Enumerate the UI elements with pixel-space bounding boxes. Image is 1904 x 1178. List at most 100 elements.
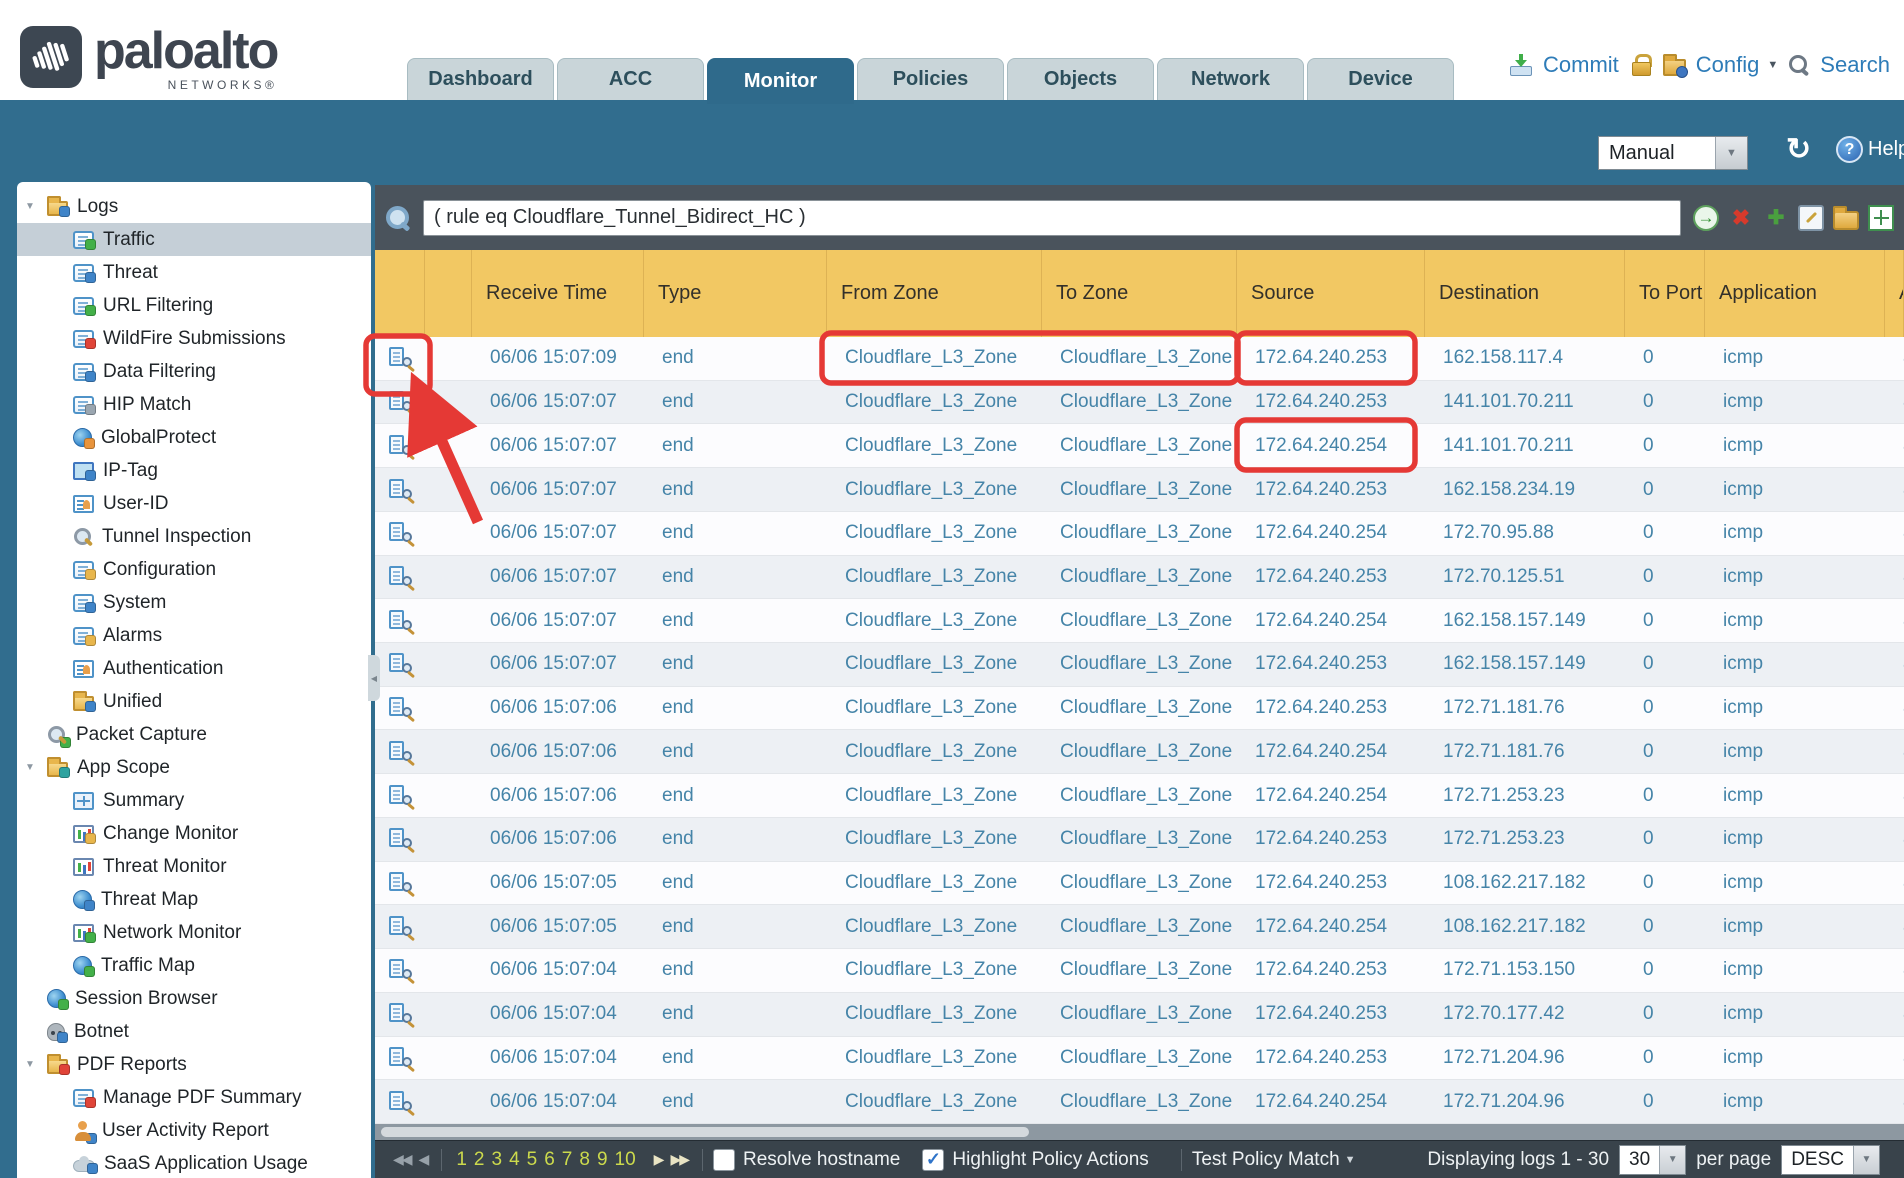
column-header-source[interactable]: Source (1237, 250, 1425, 337)
sidebar-item-data-filtering[interactable]: Data Filtering (17, 355, 371, 388)
sidebar-item-session-browser[interactable]: Session Browser (17, 982, 371, 1015)
config-caret-icon[interactable]: ▼ (1767, 59, 1778, 71)
sidebar-item-change-monitor[interactable]: Change Monitor (17, 817, 371, 850)
sidebar-item-system[interactable]: System (17, 586, 371, 619)
sidebar-item-traffic-map[interactable]: Traffic Map (17, 949, 371, 982)
resolve-hostname-checkbox[interactable]: ✓ (713, 1149, 735, 1171)
config-button[interactable]: Config (1696, 52, 1760, 78)
horizontal-scrollbar-thumb[interactable] (381, 1127, 1029, 1137)
sidebar-item-logs[interactable]: ▼Logs (17, 190, 371, 223)
page-number-5[interactable]: 5 (527, 1149, 538, 1171)
refresh-icon[interactable]: ↻ (1786, 132, 1811, 167)
page-number-10[interactable]: 10 (615, 1149, 636, 1171)
horizontal-scrollbar[interactable] (375, 1124, 1904, 1140)
log-detail-icon[interactable] (387, 1090, 413, 1114)
log-detail-icon[interactable] (387, 434, 413, 458)
sidebar-item-saas-application-usage[interactable]: SaaS Application Usage (17, 1147, 371, 1178)
tab-acc[interactable]: ACC (557, 58, 704, 100)
commit-button[interactable]: Commit (1543, 52, 1619, 78)
sidebar-item-threat-monitor[interactable]: Threat Monitor (17, 850, 371, 883)
log-detail-icon[interactable] (387, 958, 413, 982)
expander-icon[interactable]: ▼ (25, 201, 47, 212)
log-detail-icon[interactable] (387, 784, 413, 808)
tab-objects[interactable]: Objects (1007, 58, 1154, 100)
filter-clear-icon[interactable] (1728, 205, 1754, 231)
log-detail-icon[interactable] (387, 390, 413, 414)
sidebar-item-authentication[interactable]: Authentication (17, 652, 371, 685)
sidebar-item-ip-tag[interactable]: IP-Tag (17, 454, 371, 487)
column-header-from-zone[interactable]: From Zone (827, 250, 1042, 337)
page-number-9[interactable]: 9 (597, 1149, 608, 1171)
pager-prev-button[interactable]: ◀ (415, 1151, 432, 1168)
pager-last-button[interactable]: ▶▶ (666, 1151, 692, 1168)
filter-open-icon[interactable] (1833, 211, 1859, 230)
tab-dashboard[interactable]: Dashboard (407, 58, 554, 100)
lock-icon[interactable] (1631, 54, 1651, 76)
log-detail-icon[interactable] (387, 652, 413, 676)
page-number-4[interactable]: 4 (509, 1149, 520, 1171)
column-header-to-port[interactable]: To Port (1625, 250, 1705, 337)
per-page-caret-icon[interactable]: ▼ (1659, 1146, 1685, 1174)
refresh-mode-caret-icon[interactable]: ▼ (1715, 137, 1747, 169)
sidebar-item-packet-capture[interactable]: Packet Capture (17, 718, 371, 751)
sidebar-item-app-scope[interactable]: ▼App Scope (17, 751, 371, 784)
log-detail-icon[interactable] (387, 1002, 413, 1026)
page-number-3[interactable]: 3 (491, 1149, 502, 1171)
column-header-a[interactable]: A (1885, 250, 1904, 337)
sidebar-item-threat[interactable]: Threat (17, 256, 371, 289)
column-header-to-zone[interactable]: To Zone (1042, 250, 1237, 337)
column-header-receive-time[interactable]: Receive Time (472, 250, 644, 337)
log-detail-icon[interactable] (387, 565, 413, 589)
log-detail-icon[interactable] (387, 609, 413, 633)
sort-order-caret-icon[interactable]: ▼ (1853, 1146, 1879, 1174)
page-number-2[interactable]: 2 (474, 1149, 485, 1171)
highlight-policy-actions-checkbox[interactable]: ✓ (922, 1149, 944, 1171)
page-number-8[interactable]: 8 (579, 1149, 590, 1171)
expander-icon[interactable]: ▼ (25, 762, 47, 773)
sidebar-item-threat-map[interactable]: Threat Map (17, 883, 371, 916)
log-detail-icon[interactable] (387, 346, 413, 370)
sort-order-select[interactable]: DESC ▼ (1781, 1145, 1880, 1175)
sidebar-item-user-activity-report[interactable]: User Activity Report (17, 1114, 371, 1147)
sidebar-item-pdf-reports[interactable]: ▼PDF Reports (17, 1048, 371, 1081)
tab-monitor[interactable]: Monitor (707, 58, 854, 104)
column-header-type[interactable]: Type (644, 250, 827, 337)
sidebar-item-tunnel-inspection[interactable]: Tunnel Inspection (17, 520, 371, 553)
sidebar-item-wildfire-submissions[interactable]: WildFire Submissions (17, 322, 371, 355)
column-header-destination[interactable]: Destination (1425, 250, 1625, 337)
sidebar-item-url-filtering[interactable]: URL Filtering (17, 289, 371, 322)
sidebar-item-alarms[interactable]: Alarms (17, 619, 371, 652)
global-search-button[interactable]: Search (1820, 52, 1890, 78)
pager-next-button[interactable]: ▶ (650, 1151, 667, 1168)
tab-network[interactable]: Network (1157, 58, 1304, 100)
sidebar-item-user-id[interactable]: User-ID (17, 487, 371, 520)
sidebar-item-traffic[interactable]: Traffic (17, 223, 371, 256)
help-label[interactable]: Help (1868, 138, 1904, 161)
expander-icon[interactable]: ▼ (25, 1059, 47, 1070)
filter-add-icon[interactable] (1763, 205, 1789, 231)
log-detail-icon[interactable] (387, 478, 413, 502)
pager-first-button[interactable]: ◀◀ (389, 1151, 415, 1168)
filter-edit-icon[interactable] (1798, 205, 1824, 231)
column-header-application[interactable]: Application (1705, 250, 1885, 337)
page-number-1[interactable]: 1 (456, 1149, 467, 1171)
tab-device[interactable]: Device (1307, 58, 1454, 100)
sidebar-item-configuration[interactable]: Configuration (17, 553, 371, 586)
log-detail-icon[interactable] (387, 915, 413, 939)
sidebar-item-network-monitor[interactable]: Network Monitor (17, 916, 371, 949)
log-detail-icon[interactable] (387, 1046, 413, 1070)
help-icon[interactable]: ? (1836, 136, 1863, 163)
sidebar-item-unified[interactable]: Unified (17, 685, 371, 718)
log-detail-icon[interactable] (387, 740, 413, 764)
log-detail-icon[interactable] (387, 521, 413, 545)
log-detail-icon[interactable] (387, 871, 413, 895)
sidebar-item-hip-match[interactable]: HIP Match (17, 388, 371, 421)
log-detail-icon[interactable] (387, 696, 413, 720)
page-number-7[interactable]: 7 (562, 1149, 573, 1171)
sidebar-item-manage-pdf-summary[interactable]: Manage PDF Summary (17, 1081, 371, 1114)
page-number-6[interactable]: 6 (544, 1149, 555, 1171)
filter-apply-icon[interactable] (1693, 205, 1719, 231)
sidebar-item-globalprotect[interactable]: GlobalProtect (17, 421, 371, 454)
sidebar-collapse-handle[interactable]: ◀ (368, 655, 380, 701)
tab-policies[interactable]: Policies (857, 58, 1004, 100)
